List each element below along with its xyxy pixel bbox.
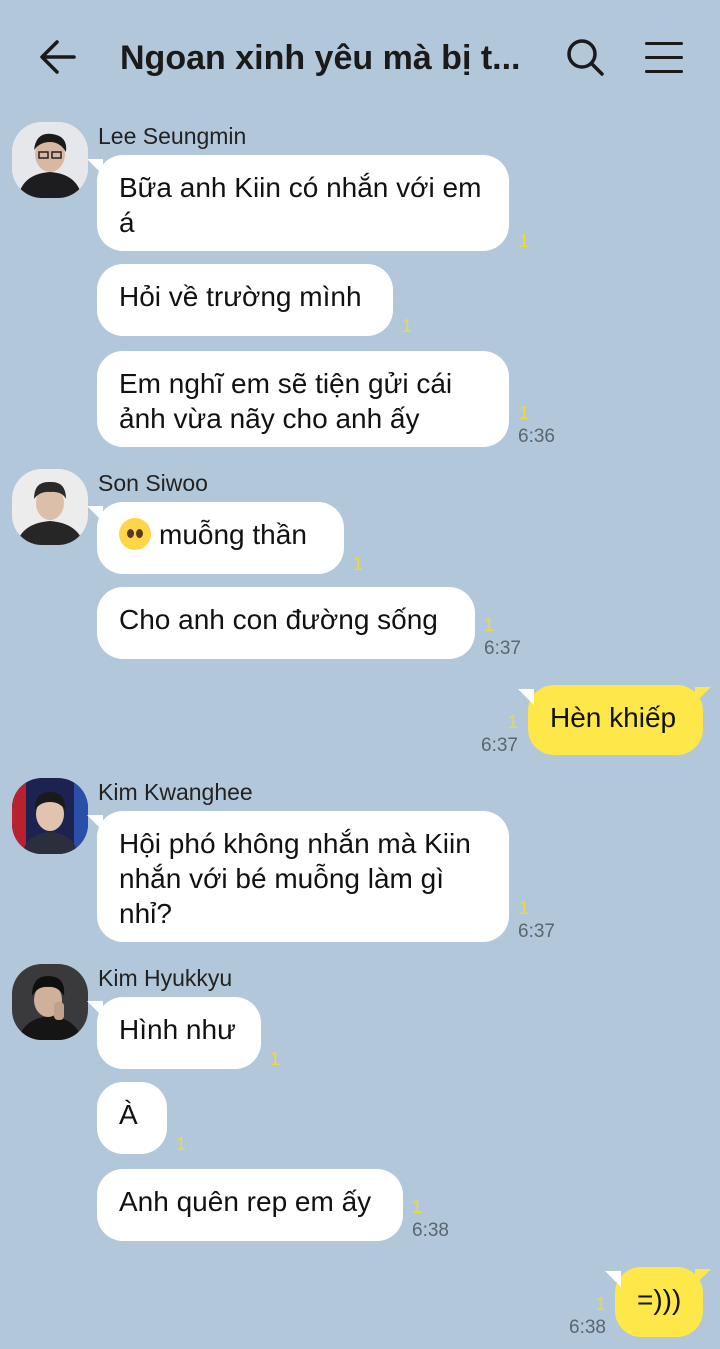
avatar-kim-hyukkyu[interactable] [12,964,88,1040]
message-text: Hình như [119,1014,236,1045]
avatar-kim-kwanghee[interactable] [12,778,88,854]
timestamp: 6:37 [518,921,555,942]
search-button[interactable] [558,30,614,86]
message-bubble[interactable]: Em nghĩ em sẽ tiện gửi cái ảnh vừa nãy c… [97,351,509,447]
message-text: Em nghĩ em sẽ tiện gửi cái ảnh vừa nãy c… [119,368,453,434]
message-bubble[interactable]: Hình như [87,997,261,1069]
pleading-face-emoji [119,518,151,550]
message-bubble[interactable]: Anh quên rep em ấy [97,1169,403,1241]
chat-header: Ngoan xinh yêu mà bị t... [0,0,720,115]
message-text: Anh quên rep em ấy [119,1186,372,1217]
unread-count: 1 [353,554,364,574]
sender-name: Son Siwoo [98,470,208,496]
message-bubble[interactable]: muỗng thần [87,502,344,574]
back-button[interactable] [30,30,86,86]
chat-title: Ngoan xinh yêu mà bị t... [120,39,520,77]
message-text: Hèn khiếp [550,702,677,733]
message-bubble[interactable]: Bữa anh Kiin có nhắn với em á [87,155,509,251]
sender-name: Lee Seungmin [98,123,247,149]
unread-count: 1 [176,1134,187,1154]
timestamp: 6:38 [569,1317,606,1338]
timestamp: 6:36 [518,426,555,447]
message-bubble[interactable]: Hội phó không nhắn mà Kiin nhắn với bé m… [87,811,509,942]
my-message-bubble[interactable]: Hèn khiếp [518,685,711,755]
menu-button[interactable] [636,30,692,86]
message-text: Cho anh con đường sống [119,604,438,635]
message-bubble[interactable]: Hỏi về trường mình [97,264,393,336]
message-text: À [119,1099,138,1130]
message-text: =))) [637,1284,682,1315]
unread-count: 1 [412,1197,423,1217]
timestamp: 6:38 [412,1220,449,1241]
message-bubble[interactable]: À [97,1082,167,1154]
sender-name: Kim Hyukkyu [98,965,233,991]
unread-count: 1 [595,1294,606,1314]
search-icon [567,39,604,76]
timestamp: 6:37 [484,638,521,659]
avatar-lee-seungmin[interactable] [12,122,88,198]
timestamp: 6:37 [481,735,518,756]
unread-count: 1 [484,615,495,635]
message-text: Hội phó không nhắn mà Kiin nhắn với bé m… [119,828,471,929]
message-text: Bữa anh Kiin có nhắn với em á [119,172,482,238]
unread-count: 1 [519,403,530,423]
unread-count: 1 [519,898,530,918]
my-message-bubble[interactable]: =))) [605,1267,711,1337]
message-text: Hỏi về trường mình [119,281,362,312]
unread-count: 1 [402,316,413,336]
unread-count: 1 [270,1049,281,1069]
message-text: muỗng thần [159,519,307,550]
avatar-son-siwoo[interactable] [12,469,88,545]
sender-name: Kim Kwanghee [98,779,253,805]
unread-count: 1 [519,231,530,251]
back-arrow-icon [40,40,76,74]
unread-count: 1 [507,712,518,732]
message-bubble[interactable]: Cho anh con đường sống [97,587,475,659]
